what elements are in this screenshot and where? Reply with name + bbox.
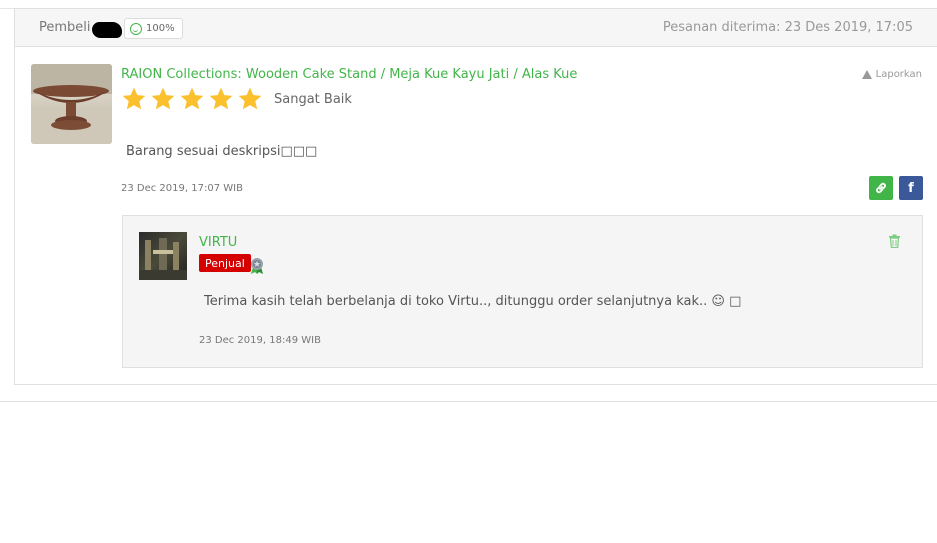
facebook-icon: f	[908, 180, 914, 196]
seller-reply: VIRTU Penjual Terima kasih telah berbela…	[122, 215, 923, 368]
rating-text: Sangat Baik	[274, 92, 352, 107]
seller-tier-icon	[251, 258, 263, 274]
rating-stars	[121, 86, 263, 112]
link-icon	[876, 182, 886, 194]
product-thumbnail[interactable]	[31, 64, 112, 144]
buyer-name-redacted	[92, 22, 122, 38]
warning-icon	[861, 70, 872, 79]
report-label: Laporkan	[875, 69, 922, 80]
star-icon	[151, 87, 175, 110]
product-title-link[interactable]: RAION Collections: Wooden Cake Stand / M…	[121, 67, 577, 82]
seller-badge: Penjual	[199, 254, 251, 272]
report-link[interactable]: Laporkan	[861, 69, 922, 80]
buyer-label: Pembeli	[39, 20, 91, 35]
smile-icon	[130, 22, 142, 35]
order-received-date: Pesanan diterima: 23 Des 2019, 17:05	[662, 20, 913, 35]
bottom-divider	[0, 401, 937, 402]
review-card: Pembeli 100% Pesanan diterima: 23 Des 20…	[14, 8, 937, 385]
share-facebook-button[interactable]: f	[899, 176, 923, 200]
star-icon	[180, 87, 204, 110]
copy-link-button[interactable]	[869, 176, 893, 200]
review-text: Barang sesuai deskripsi□□□	[126, 144, 318, 159]
star-icon	[238, 87, 262, 110]
star-icon	[209, 87, 233, 110]
star-icon	[122, 87, 146, 110]
buyer-reputation-badge[interactable]: 100%	[124, 18, 183, 39]
review-card-header: Pembeli 100% Pesanan diterima: 23 Des 20…	[15, 9, 937, 47]
review-timestamp: 23 Dec 2019, 17:07 WIB	[121, 183, 243, 194]
seller-name-link[interactable]: VIRTU	[199, 235, 237, 250]
reputation-value: 100%	[146, 23, 175, 34]
seller-avatar[interactable]	[139, 232, 187, 280]
reply-text: Terima kasih telah berbelanja di toko Vi…	[204, 294, 742, 309]
trash-icon[interactable]	[888, 234, 901, 248]
reply-timestamp: 23 Dec 2019, 18:49 WIB	[199, 335, 321, 346]
